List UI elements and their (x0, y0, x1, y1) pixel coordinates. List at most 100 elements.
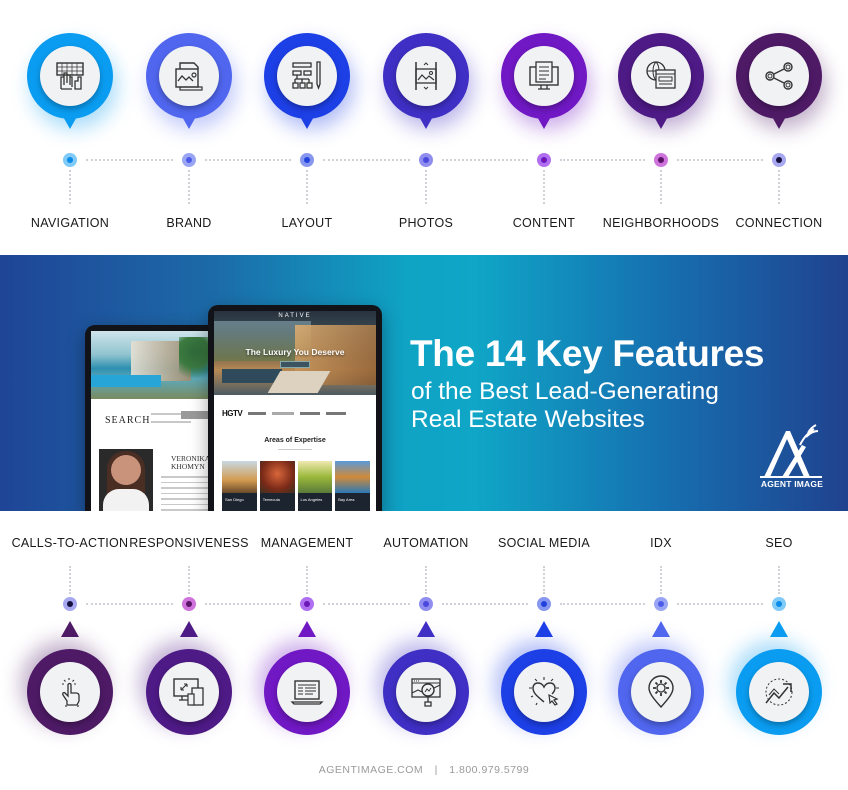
pin-tip (61, 621, 79, 637)
pin-inner-circle (40, 46, 100, 106)
horizontal-connector (442, 159, 528, 161)
deck-shape (267, 371, 331, 393)
timeline-dot (419, 597, 433, 611)
timeline-dot (654, 153, 668, 167)
vertical-connector (188, 566, 190, 594)
pin-inner-circle (396, 46, 456, 106)
timeline-dot (182, 153, 196, 167)
tablet-mockup-back: SEARCH VERONIKA KHOMYN (85, 325, 221, 511)
vertical-connector (660, 566, 662, 594)
touch-keyboard-icon (56, 62, 84, 90)
palm-shape (179, 337, 209, 387)
banner-subtitle-line-2: Real Estate Websites (411, 406, 645, 433)
press-logo (326, 411, 347, 415)
agent-bio-lines (161, 476, 215, 511)
villa-pool-photo (91, 331, 215, 399)
timeline-dot (537, 597, 551, 611)
share-network-icon (765, 62, 793, 90)
timeline-dot (419, 153, 433, 167)
horizontal-connector (323, 603, 410, 605)
site-search-heading: SEARCH (105, 415, 151, 426)
timeline-dot-core (423, 601, 429, 607)
pin-inner-circle (40, 662, 100, 722)
feature-pin-content (501, 33, 591, 133)
tablet-back-screen: SEARCH VERONIKA KHOMYN (91, 331, 215, 511)
vertical-connector (425, 170, 427, 204)
timeline-dot (772, 597, 786, 611)
feature-label: SEO (765, 536, 793, 550)
feature-pin-navigation (27, 33, 117, 133)
timeline-dot-core (776, 601, 782, 607)
feature-pin-connection (736, 33, 826, 133)
timeline-dot (300, 153, 314, 167)
footer: AGENTIMAGE.COM | 1.800.979.5799 (0, 764, 848, 776)
pin-tip (535, 621, 553, 637)
pin-tip (417, 621, 435, 637)
timeline-dot-core (658, 601, 664, 607)
pin-tip (180, 621, 198, 637)
heart-click-icon (529, 677, 559, 706)
feature-pin-idx (612, 621, 704, 735)
timeline-dot (63, 153, 77, 167)
tap-finger-icon (62, 678, 80, 707)
pin-tip (652, 113, 670, 129)
feature-pin-responsiveness (140, 621, 232, 735)
timeline-dot (654, 597, 668, 611)
pin-inner-circle (159, 662, 219, 722)
globe-browser-icon (646, 61, 676, 89)
vertical-connector (778, 566, 780, 594)
horizontal-connector (560, 603, 645, 605)
pin-inner-circle (396, 662, 456, 722)
feature-pin-calls-to-action (21, 621, 113, 735)
content-monitor-icon (529, 61, 559, 90)
pin-inner-circle (749, 46, 809, 106)
timeline-dot (772, 153, 786, 167)
hero-banner: SEARCH VERONIKA KHOMYN NATIVE The Luxury… (0, 255, 848, 511)
search-button-shape (181, 411, 211, 419)
location-gear-icon (648, 675, 674, 709)
timeline-dot-core (304, 601, 310, 607)
horizontal-connector (323, 159, 410, 161)
areas-heading: Areas of Expertise (264, 437, 326, 444)
timeline-dot-core (304, 157, 310, 163)
timeline-dot-core (423, 157, 429, 163)
phone-number[interactable]: 1.800.979.5799 (449, 764, 529, 776)
pin-inner-circle (514, 46, 574, 106)
press-logos: HGTV (222, 407, 368, 419)
timeline-dot (182, 597, 196, 611)
vertical-connector (660, 170, 662, 204)
horizontal-connector (677, 159, 763, 161)
area-card: Temecula (259, 461, 295, 511)
pin-inner-circle (277, 46, 337, 106)
pin-inner-circle (749, 662, 809, 722)
hgtv-logo: HGTV (222, 408, 243, 418)
timeline-dot (63, 597, 77, 611)
vertical-connector (306, 170, 308, 204)
pin-inner-circle (631, 46, 691, 106)
banner-title: The 14 Key Features (410, 333, 765, 374)
footer-separator: | (434, 764, 438, 776)
sitemap-layout-icon (292, 61, 321, 90)
tablet-mockup-front: NATIVE The Luxury You Deserve HGTV Areas… (208, 305, 382, 511)
horizontal-connector (677, 603, 763, 605)
timeline-dot-core (186, 157, 192, 163)
feature-pin-layout (264, 33, 354, 133)
timeline-dot (537, 153, 551, 167)
pin-tip (61, 113, 79, 129)
feature-pin-brand (146, 33, 236, 133)
vertical-connector (69, 170, 71, 204)
vertical-connector (188, 170, 190, 204)
luxury-home-photo: NATIVE The Luxury You Deserve (214, 311, 376, 395)
timeline-dot-core (776, 157, 782, 163)
brand-portfolio-icon (175, 62, 203, 91)
tablet-front-screen: NATIVE The Luxury You Deserve HGTV Areas… (214, 311, 376, 511)
feature-label: CONNECTION (735, 216, 823, 230)
vertical-connector (543, 170, 545, 204)
text-line (151, 421, 191, 423)
feature-pin-management (258, 621, 350, 735)
portrait-face (111, 455, 141, 485)
pin-tip (652, 621, 670, 637)
website-link[interactable]: AGENTIMAGE.COM (319, 764, 423, 776)
photo-slider-icon (415, 62, 437, 90)
pin-tip (298, 621, 316, 637)
